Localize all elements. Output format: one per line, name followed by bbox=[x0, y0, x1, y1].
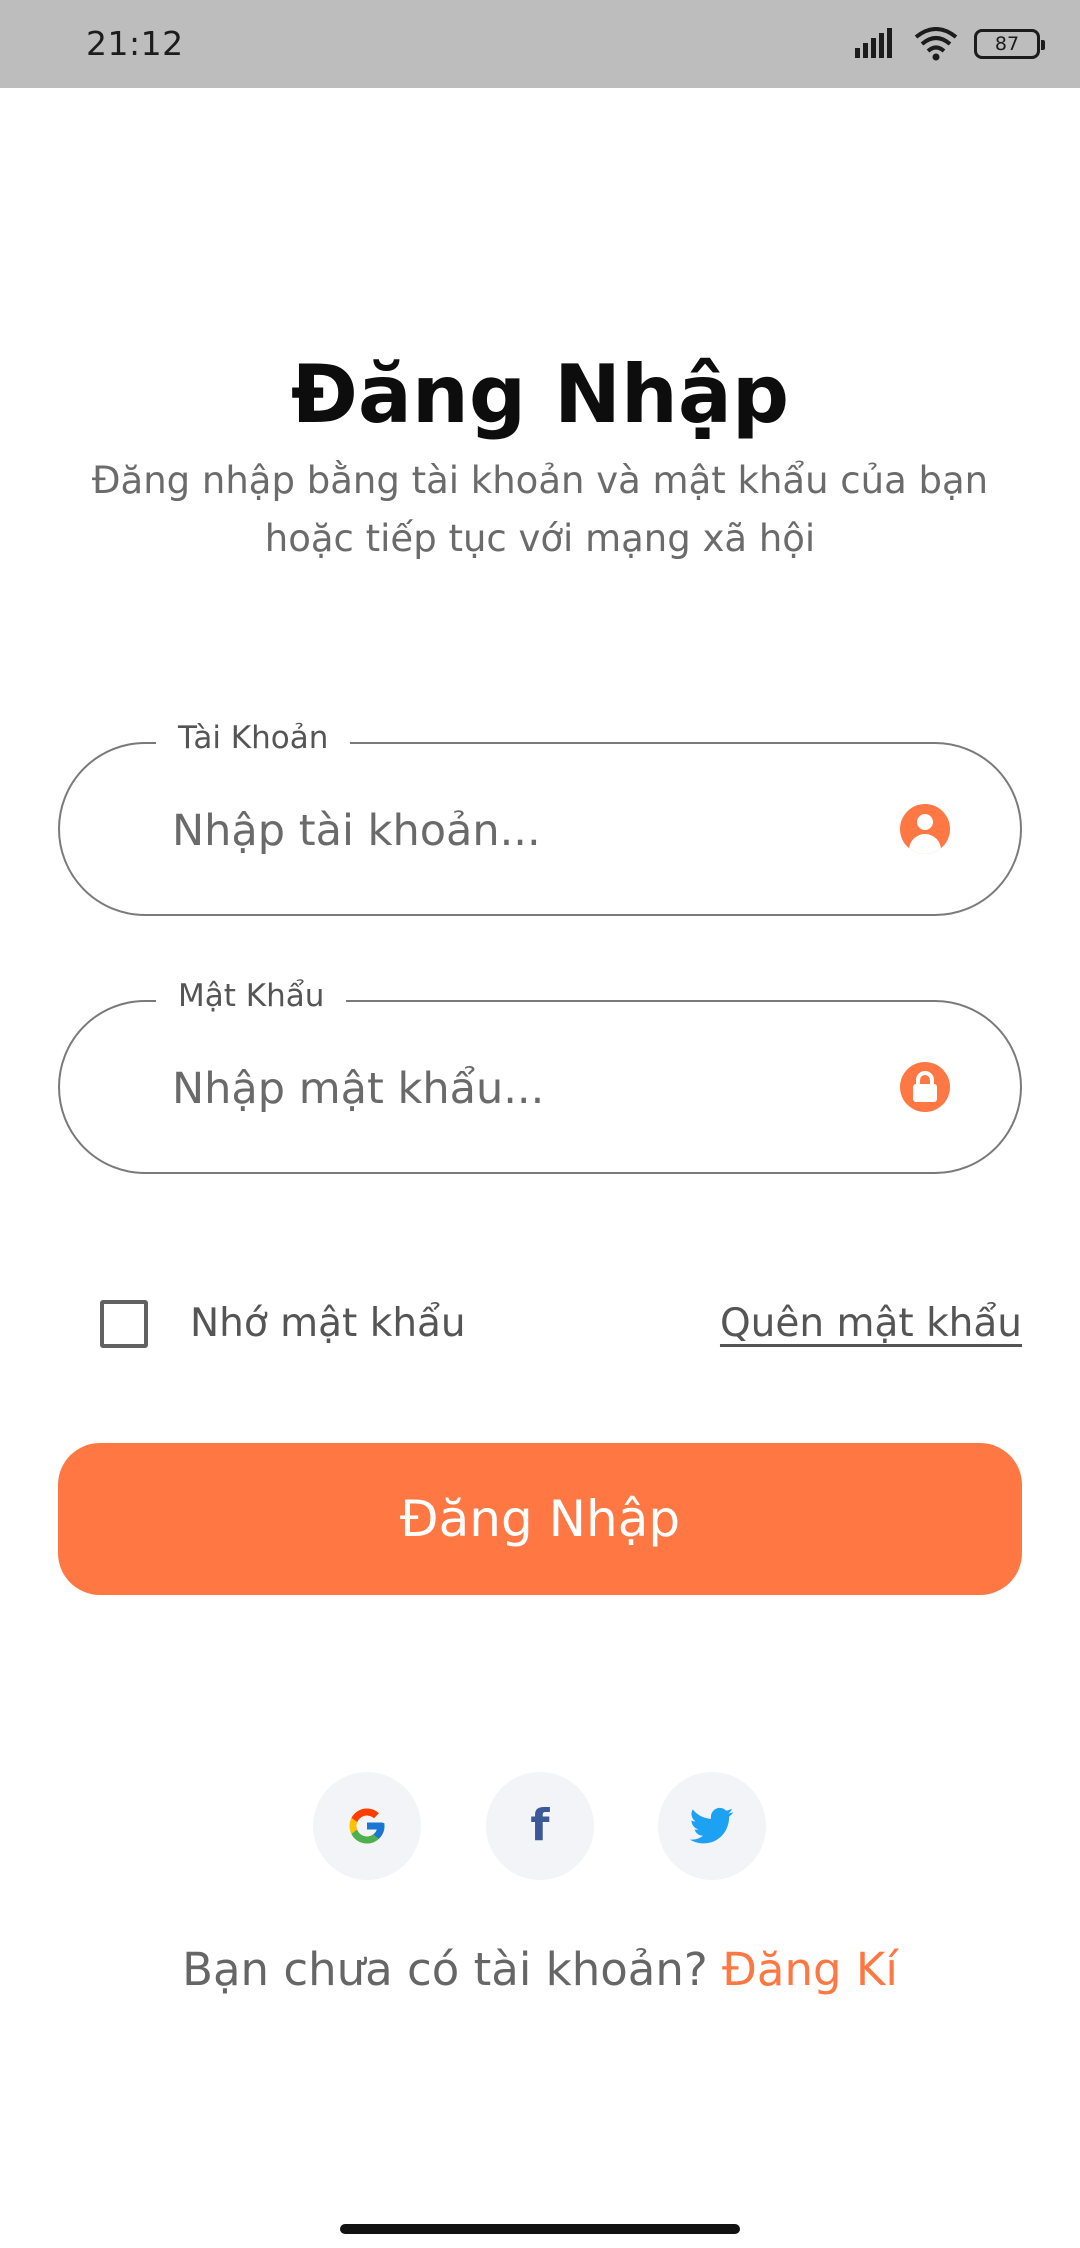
google-icon bbox=[349, 1808, 385, 1844]
twitter-login-button[interactable] bbox=[658, 1772, 766, 1880]
battery-icon: 87 bbox=[974, 29, 1045, 59]
subtitle-line-2: hoặc tiếp tục với mạng xã hội bbox=[264, 517, 816, 560]
facebook-icon: f bbox=[530, 1800, 550, 1851]
password-label: Mật Khẩu bbox=[156, 978, 347, 1014]
account-field[interactable]: Tài Khoản bbox=[58, 720, 1022, 916]
account-input[interactable] bbox=[172, 796, 872, 866]
signup-row: Bạn chưa có tài khoản? Đăng Kí bbox=[0, 1943, 1080, 1996]
subtitle-line-1: Đăng nhập bằng tài khoản và mật khẩu của… bbox=[91, 459, 989, 502]
signal-icon bbox=[855, 28, 892, 58]
status-time: 21:12 bbox=[86, 24, 184, 63]
signup-link[interactable]: Đăng Kí bbox=[722, 1943, 898, 1996]
password-input[interactable] bbox=[172, 1054, 872, 1124]
remember-label: Nhớ mật khẩu bbox=[190, 1301, 466, 1346]
forgot-password-link[interactable]: Quên mật khẩu bbox=[720, 1300, 1022, 1348]
facebook-login-button[interactable]: f bbox=[486, 1772, 594, 1880]
wifi-icon bbox=[914, 27, 958, 61]
page-title: Đăng Nhập bbox=[290, 348, 790, 441]
password-field[interactable]: Mật Khẩu bbox=[58, 978, 1022, 1174]
login-screen: 21:12 87 Đăng Nhập Đăng nhập bằng tài kh… bbox=[0, 0, 1080, 2248]
page-subtitle: Đăng nhập bằng tài khoản và mật khẩu của… bbox=[60, 452, 1020, 568]
twitter-icon bbox=[690, 1807, 734, 1844]
account-label: Tài Khoản bbox=[156, 720, 351, 756]
lock-icon bbox=[900, 1062, 950, 1112]
login-button[interactable]: Đăng Nhập bbox=[58, 1443, 1022, 1595]
status-bar: 21:12 87 bbox=[0, 0, 1080, 88]
google-login-button[interactable] bbox=[313, 1772, 421, 1880]
signup-prompt: Bạn chưa có tài khoản? bbox=[182, 1943, 723, 1996]
user-icon bbox=[900, 804, 950, 854]
remember-checkbox[interactable] bbox=[100, 1300, 148, 1348]
battery-level: 87 bbox=[994, 33, 1020, 55]
home-indicator[interactable] bbox=[340, 2224, 740, 2234]
status-icons: 87 bbox=[854, 24, 1045, 64]
